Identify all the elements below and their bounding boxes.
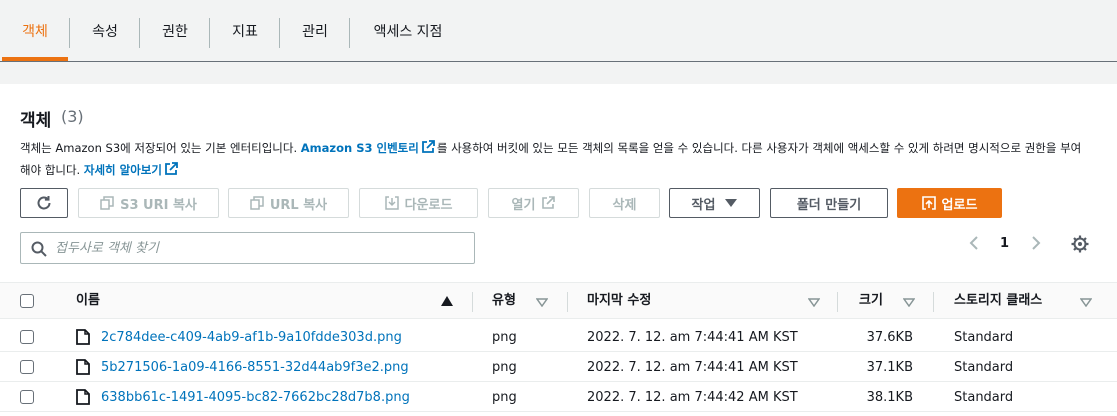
object-storage-class: Standard xyxy=(954,390,1014,405)
create-folder-button[interactable]: 폴더 만들기 xyxy=(770,188,888,218)
gear-icon[interactable] xyxy=(1070,234,1090,254)
open-label: 열기 xyxy=(511,197,536,213)
panel-description: 객체는 Amazon S3에 저장되어 있는 기본 엔터티입니다. Amazon… xyxy=(20,138,1090,182)
chevron-right-icon[interactable] xyxy=(1026,234,1044,252)
external-link-icon[interactable] xyxy=(421,140,435,160)
create-folder-label: 폴더 만들기 xyxy=(796,197,862,213)
column-header-storage-class[interactable]: 스토리지 클래스 xyxy=(954,283,1042,320)
object-name-link[interactable]: 638bb61c-1491-4095-bc82-7662bc28d7b8.png xyxy=(101,382,410,412)
table-row[interactable]: 2c784dee-c409-4ab9-af1b-9a10fdde303d.png… xyxy=(0,322,1117,352)
object-storage-class: Standard xyxy=(954,330,1014,345)
object-size: 38.1KB xyxy=(866,390,913,405)
object-last-modified: 2022. 7. 12. am 7:44:41 AM KST xyxy=(587,360,798,375)
actions-label: 작업 xyxy=(691,197,716,213)
row-checkbox[interactable] xyxy=(20,360,34,374)
object-last-modified: 2022. 7. 12. am 7:44:41 AM KST xyxy=(587,330,798,345)
chevron-left-icon[interactable] xyxy=(966,234,984,252)
object-type: png xyxy=(492,390,517,405)
external-link-icon xyxy=(542,196,556,209)
object-name-link[interactable]: 5b271506-1a09-4166-8551-32d44ab9f3e2.png xyxy=(101,352,409,382)
download-button[interactable]: 다운로드 xyxy=(359,188,478,218)
tab-management[interactable]: 관리 xyxy=(280,0,350,62)
object-last-modified: 2022. 7. 12. am 7:44:42 AM KST xyxy=(587,390,798,405)
search-icon xyxy=(31,241,47,257)
upload-icon xyxy=(921,196,936,210)
column-header-name[interactable]: 이름 xyxy=(76,283,100,320)
copy-icon xyxy=(250,196,264,210)
table-row[interactable]: 5b271506-1a09-4166-8551-32d44ab9f3e2.png… xyxy=(0,352,1117,382)
sort-caret-icon[interactable] xyxy=(536,298,548,307)
external-link-icon[interactable] xyxy=(164,162,178,182)
column-header-size[interactable]: 크기 xyxy=(859,283,883,320)
object-size: 37.6KB xyxy=(866,330,913,345)
objects-panel: 객체 (3) 객체는 Amazon S3에 저장되어 있는 기본 엔터티입니다.… xyxy=(0,84,1117,416)
inventory-link[interactable]: Amazon S3 인벤토리 xyxy=(301,141,419,155)
object-storage-class: Standard xyxy=(954,360,1014,375)
select-all-checkbox[interactable] xyxy=(20,294,34,308)
tab-objects[interactable]: 객체 xyxy=(2,0,68,62)
row-checkbox[interactable] xyxy=(20,390,34,404)
copy-icon xyxy=(100,196,114,210)
copy-url-button[interactable]: URL 복사 xyxy=(228,188,349,218)
column-divider xyxy=(472,292,473,312)
tab-permissions[interactable]: 권한 xyxy=(140,0,210,62)
table-row[interactable]: 638bb61c-1491-4095-bc82-7662bc28d7b8.png… xyxy=(0,382,1117,412)
search-input[interactable] xyxy=(55,233,455,263)
tab-access-points[interactable]: 액세스 지점 xyxy=(350,0,466,62)
file-icon xyxy=(76,359,90,375)
download-label: 다운로드 xyxy=(404,197,453,213)
tab-metrics[interactable]: 지표 xyxy=(210,0,280,62)
object-size: 37.1KB xyxy=(866,360,913,375)
object-type: png xyxy=(492,360,517,375)
tab-bar: 객체 속성 권한 지표 관리 액세스 지점 xyxy=(0,0,1117,62)
description-text: 객체는 Amazon S3에 저장되어 있는 기본 엔터티입니다. xyxy=(20,141,301,155)
copy-s3-uri-button[interactable]: S3 URI 복사 xyxy=(78,188,219,218)
refresh-button[interactable] xyxy=(20,188,68,218)
file-icon xyxy=(76,389,90,405)
column-divider xyxy=(567,292,568,312)
actions-dropdown[interactable]: 작업 xyxy=(669,188,760,218)
column-header-last-modified[interactable]: 마지막 수정 xyxy=(587,283,651,320)
upload-button[interactable]: 업로드 xyxy=(897,188,1002,218)
object-name-link[interactable]: 2c784dee-c409-4ab9-af1b-9a10fdde303d.png xyxy=(101,322,402,352)
delete-button[interactable]: 삭제 xyxy=(589,188,660,218)
file-icon xyxy=(76,329,90,345)
sort-ascending-icon[interactable] xyxy=(441,296,453,306)
open-button[interactable]: 열기 xyxy=(488,188,579,218)
copy-url-label: URL 복사 xyxy=(269,197,328,213)
page-number[interactable]: 1 xyxy=(1000,236,1009,251)
active-tab-indicator xyxy=(2,57,68,61)
column-header-type[interactable]: 유형 xyxy=(492,283,516,320)
object-type: png xyxy=(492,330,517,345)
sort-caret-icon[interactable] xyxy=(808,298,820,307)
search-box xyxy=(20,232,475,264)
learn-more-link[interactable]: 자세히 알아보기 xyxy=(84,163,162,177)
table-header: 이름 유형 마지막 수정 크기 스토리지 클래스 xyxy=(0,282,1117,319)
sort-caret-icon[interactable] xyxy=(1080,298,1092,307)
page-title: 객체 xyxy=(20,111,52,131)
refresh-icon xyxy=(37,196,51,210)
tab-baseline xyxy=(0,61,1117,62)
delete-label: 삭제 xyxy=(612,197,637,213)
column-divider xyxy=(933,292,934,312)
column-divider xyxy=(837,292,838,312)
object-count: (3) xyxy=(61,107,84,126)
tab-properties[interactable]: 속성 xyxy=(70,0,140,62)
sort-caret-icon[interactable] xyxy=(903,298,915,307)
download-icon xyxy=(384,196,399,210)
caret-down-icon xyxy=(725,199,738,207)
copy-s3-uri-label: S3 URI 복사 xyxy=(120,197,197,213)
row-checkbox[interactable] xyxy=(20,330,34,344)
upload-label: 업로드 xyxy=(941,197,978,213)
